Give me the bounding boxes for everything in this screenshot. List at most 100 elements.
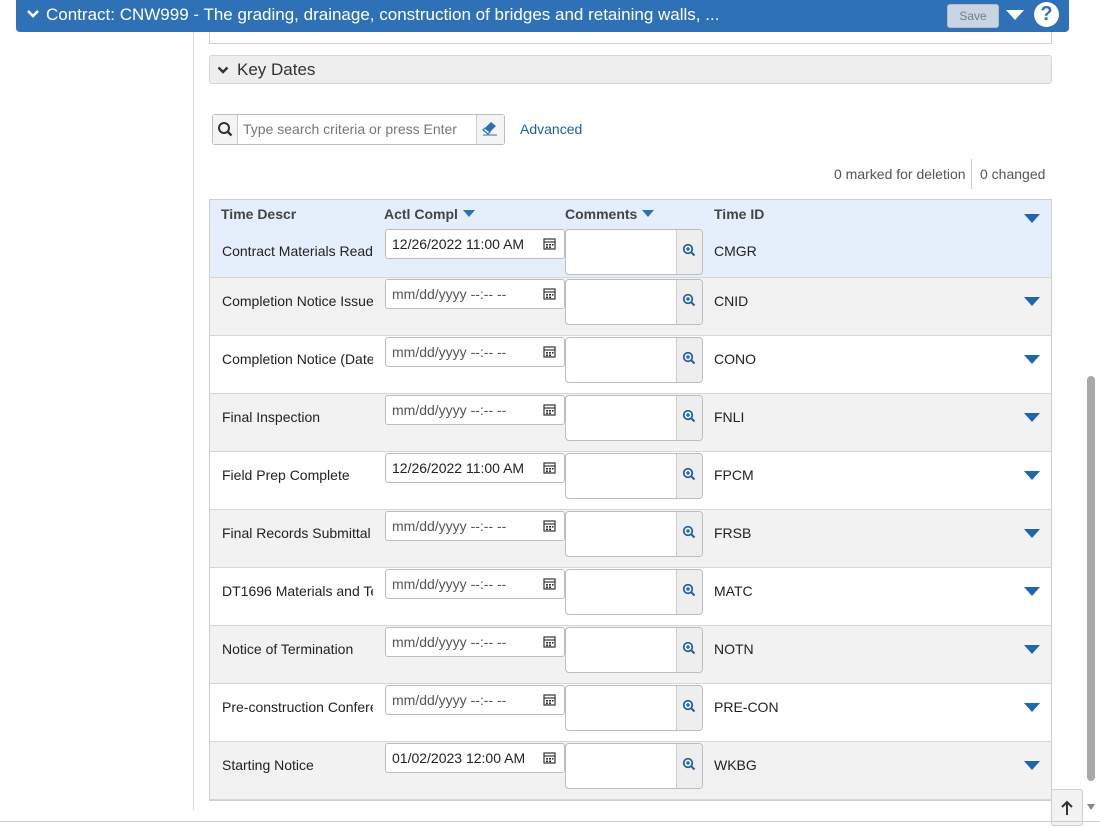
table-row[interactable]: Completion Notice Issued mm/dd/yyyy --:--… <box>210 278 1051 336</box>
actl-compl-date-input[interactable]: mm/dd/yyyy --:-- -- <box>385 685 565 715</box>
zoom-comment-button[interactable] <box>676 686 702 730</box>
table-row[interactable]: Pre-construction Confere mm/dd/yyyy --:--… <box>210 684 1051 742</box>
comments-field[interactable] <box>565 569 703 615</box>
row-menu-caret-icon[interactable] <box>1024 471 1040 480</box>
actl-compl-date-input[interactable]: 12/26/2022 11:00 AM <box>385 229 565 259</box>
actl-compl-date-input[interactable]: 12/26/2022 11:00 AM <box>385 453 565 483</box>
help-icon[interactable]: ? <box>1034 2 1059 27</box>
table-row[interactable]: Final Records Submittal mm/dd/yyyy --:-- … <box>210 510 1051 568</box>
time-descr-cell: Field Prep Complete <box>222 467 350 483</box>
actl-compl-date-input[interactable]: 01/02/2023 12:00 AM <box>385 743 565 773</box>
row-menu-caret-icon[interactable] <box>1024 529 1040 538</box>
comments-field[interactable] <box>565 337 703 383</box>
table-row[interactable]: Notice of Termination mm/dd/yyyy --:-- --… <box>210 626 1051 684</box>
time-id-cell: FNLI <box>714 409 745 425</box>
row-menu-caret-icon[interactable] <box>1024 297 1040 306</box>
actl-compl-date-input[interactable]: mm/dd/yyyy --:-- -- <box>385 569 565 599</box>
grid-options-caret-icon[interactable] <box>1024 214 1040 223</box>
magnify-plus-icon <box>682 467 696 481</box>
search-icon[interactable] <box>213 115 238 144</box>
clear-search-icon[interactable] <box>476 115 504 144</box>
comments-field[interactable] <box>565 511 703 557</box>
zoom-comment-button[interactable] <box>676 628 702 672</box>
comments-field[interactable] <box>565 743 703 789</box>
table-row[interactable]: Starting Notice 01/02/2023 12:00 AM WKBG <box>210 742 1051 800</box>
chevron-down-icon[interactable] <box>26 7 40 21</box>
time-descr-cell: Notice of Termination <box>222 641 354 657</box>
contract-header-bar[interactable]: Contract: CNW999 - The grading, drainage… <box>16 0 1069 32</box>
zoom-comment-button[interactable] <box>676 454 702 498</box>
row-menu-caret-icon[interactable] <box>1024 413 1040 422</box>
table-row[interactable]: Completion Notice (Date mm/dd/yyyy --:-- … <box>210 336 1051 394</box>
calendar-icon[interactable] <box>543 237 556 250</box>
date-value: 12/26/2022 11:00 AM <box>392 460 525 476</box>
zoom-comment-button[interactable] <box>676 338 702 382</box>
time-id-cell: PRE-CON <box>714 699 779 715</box>
zoom-comment-button[interactable] <box>676 280 702 324</box>
zoom-comment-button[interactable] <box>676 512 702 556</box>
col-header-time-descr[interactable]: Time Descr <box>221 206 296 222</box>
zoom-comment-button[interactable] <box>676 230 702 274</box>
col-header-comments[interactable]: Comments <box>565 206 655 222</box>
table-row[interactable]: Final Inspection mm/dd/yyyy --:-- -- FNLI <box>210 394 1051 452</box>
zoom-comment-button[interactable] <box>676 570 702 614</box>
calendar-icon[interactable] <box>543 577 556 590</box>
col-header-actl-compl[interactable]: Actl Compl <box>384 206 475 222</box>
table-row[interactable]: Field Prep Complete 12/26/2022 11:00 AM FP… <box>210 452 1051 510</box>
actl-compl-date-input[interactable]: mm/dd/yyyy --:-- -- <box>385 395 565 425</box>
actl-compl-date-input[interactable]: mm/dd/yyyy --:-- -- <box>385 627 565 657</box>
comments-field[interactable] <box>565 279 703 325</box>
actl-compl-date-input[interactable]: mm/dd/yyyy --:-- -- <box>385 279 565 309</box>
row-menu-caret-icon[interactable] <box>1024 703 1040 712</box>
advanced-search-link[interactable]: Advanced <box>520 121 582 137</box>
scrollbar-thumb[interactable] <box>1087 376 1095 781</box>
actl-compl-date-input[interactable]: mm/dd/yyyy --:-- -- <box>385 337 565 367</box>
time-id-cell: MATC <box>714 583 753 599</box>
key-dates-section-header[interactable]: Key Dates <box>209 55 1052 84</box>
zoom-comment-button[interactable] <box>676 396 702 440</box>
magnify-plus-icon <box>682 243 696 257</box>
date-value: mm/dd/yyyy --:-- -- <box>392 692 507 708</box>
chevron-down-icon <box>217 66 229 74</box>
col-header-time-id[interactable]: Time ID <box>714 206 764 222</box>
row-menu-caret-icon[interactable] <box>1024 645 1040 654</box>
save-button[interactable]: Save <box>947 4 999 28</box>
row-menu-caret-icon[interactable] <box>1024 587 1040 596</box>
row-menu-caret-icon[interactable] <box>1024 761 1040 770</box>
table-row[interactable]: DT1696 Materials and Te mm/dd/yyyy --:-- … <box>210 568 1051 626</box>
magnify-plus-icon <box>682 293 696 307</box>
col-header-comments-label: Comments <box>565 206 638 222</box>
calendar-icon[interactable] <box>543 751 556 764</box>
actions-menu-caret-icon[interactable] <box>1006 10 1024 20</box>
status-divider <box>971 159 972 189</box>
actl-compl-date-input[interactable]: mm/dd/yyyy --:-- -- <box>385 511 565 541</box>
column-menu-icon[interactable] <box>462 210 475 217</box>
comments-field[interactable] <box>565 627 703 673</box>
time-descr-cell: Contract Materials Ready <box>222 243 373 259</box>
time-id-cell: CONO <box>714 351 756 367</box>
comments-field[interactable] <box>565 229 703 275</box>
grid-header: Time Descr Actl Compl Comments Time ID <box>210 200 1051 228</box>
magnify-plus-icon <box>682 351 696 365</box>
previous-section-bottom <box>209 32 1052 44</box>
calendar-icon[interactable] <box>543 403 556 416</box>
comments-field[interactable] <box>565 453 703 499</box>
column-menu-icon[interactable] <box>642 210 655 217</box>
zoom-comment-button[interactable] <box>676 744 702 788</box>
time-id-cell: WKBG <box>714 757 757 773</box>
contract-title: Contract: CNW999 - The grading, drainage… <box>46 5 720 24</box>
magnify-plus-icon <box>682 641 696 655</box>
calendar-icon[interactable] <box>543 287 556 300</box>
calendar-icon[interactable] <box>543 345 556 358</box>
comments-field[interactable] <box>565 395 703 441</box>
calendar-icon[interactable] <box>543 461 556 474</box>
search-input[interactable] <box>243 121 473 137</box>
scroll-down-arrow-icon[interactable] <box>1087 804 1095 810</box>
calendar-icon[interactable] <box>543 635 556 648</box>
row-menu-caret-icon[interactable] <box>1024 355 1040 364</box>
date-value: mm/dd/yyyy --:-- -- <box>392 286 507 302</box>
comments-field[interactable] <box>565 685 703 731</box>
calendar-icon[interactable] <box>543 519 556 532</box>
calendar-icon[interactable] <box>543 693 556 706</box>
time-id-cell: NOTN <box>714 641 754 657</box>
